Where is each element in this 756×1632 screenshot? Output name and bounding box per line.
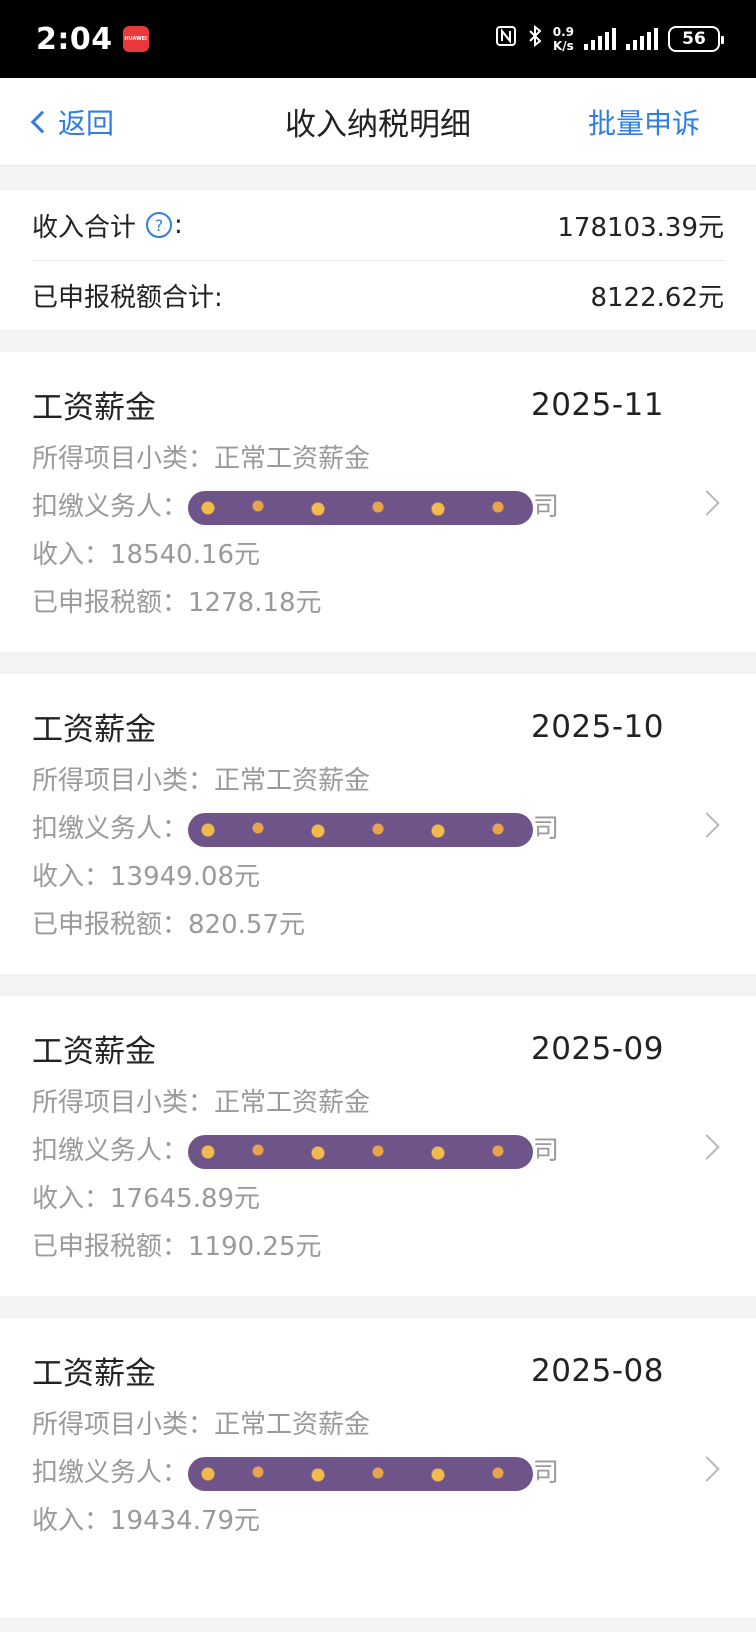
redaction-mark — [188, 490, 534, 525]
status-bar: 2:04 HUAWEI 0.9 K/s 56 — [0, 0, 756, 78]
record-card[interactable]: 工资薪金 2025-09 所得项目小类：正常工资薪金 扣缴义务人： 司 收入：17… — [0, 996, 756, 1296]
record-period: 2025-08 — [530, 1352, 664, 1389]
withholder-label: 扣缴义务人： — [32, 492, 189, 522]
withholder-suffix: 司 — [533, 814, 560, 844]
bluetooth-icon — [527, 24, 543, 54]
income-total-label: 收入合计 — [32, 212, 137, 243]
tax-total-value: 8122.62元 — [590, 283, 724, 313]
withholder-label: 扣缴义务人： — [32, 814, 189, 844]
batch-appeal-button[interactable]: 批量申诉 — [588, 102, 726, 142]
record-type: 工资薪金 — [32, 1034, 156, 1070]
income-total-label-group: 收入合计 ? : — [32, 207, 183, 244]
record-header: 工资薪金 2025-08 — [32, 1348, 724, 1393]
record-header: 工资薪金 2025-11 — [32, 382, 724, 427]
nfc-icon — [495, 25, 517, 53]
record-type: 工资薪金 — [32, 1356, 156, 1392]
withholder-suffix: 司 — [533, 1136, 560, 1166]
net-speed-unit: K/s — [552, 39, 574, 53]
income-total-value: 178103.39元 — [557, 212, 724, 243]
battery-icon: 56 — [668, 26, 724, 52]
record-period: 2025-11 — [530, 386, 664, 423]
withholder-label: 扣缴义务人： — [32, 1136, 189, 1166]
record-card[interactable]: 工资薪金 2025-08 所得项目小类：正常工资薪金 扣缴义务人： 司 收入：19… — [0, 1318, 756, 1618]
record-withholder: 扣缴义务人： 司 — [32, 1127, 724, 1175]
withholder-suffix: 司 — [533, 492, 560, 522]
income-total-colon: : — [174, 210, 183, 240]
record-card[interactable]: 工资薪金 2025-11 所得项目小类：正常工资薪金 扣缴义务人： 司 收入：18… — [0, 352, 756, 652]
help-icon[interactable]: ? — [146, 212, 173, 238]
back-button[interactable]: 返回 — [30, 102, 114, 142]
signal-icon — [584, 28, 616, 50]
record-header: 工资薪金 2025-10 — [32, 704, 724, 749]
redaction-mark — [188, 1134, 534, 1169]
record-withholder: 扣缴义务人： 司 — [32, 1449, 724, 1497]
record-tax: 已申报税额：1278.18元 — [32, 588, 322, 618]
record-type: 工资薪金 — [32, 390, 156, 426]
record-type: 工资薪金 — [32, 712, 156, 748]
status-left: 2:04 HUAWEI — [36, 22, 149, 57]
tax-total-label: 已申报税额合计: — [32, 283, 223, 313]
income-total-row: 收入合计 ? : 178103.39元 — [32, 190, 724, 260]
record-period: 2025-09 — [530, 1030, 664, 1067]
net-speed-value: 0.9 — [552, 25, 574, 39]
record-subcategory: 所得项目小类：正常工资薪金 — [32, 1410, 371, 1440]
signal-icon-secondary — [626, 28, 658, 50]
withholder-label: 扣缴义务人： — [32, 1458, 189, 1488]
redaction-mark — [188, 1456, 534, 1491]
tax-total-row: 已申报税额合计: 8122.62元 — [32, 260, 724, 330]
record-subcategory: 所得项目小类：正常工资薪金 — [32, 1088, 371, 1118]
record-tax: 已申报税额：820.57元 — [32, 910, 305, 940]
record-period: 2025-10 — [530, 708, 664, 745]
status-time: 2:04 — [36, 21, 113, 57]
chevron-left-icon — [30, 110, 54, 133]
redaction-mark — [188, 812, 534, 847]
record-withholder: 扣缴义务人： 司 — [32, 483, 724, 531]
record-subcategory: 所得项目小类：正常工资薪金 — [32, 444, 371, 474]
back-label: 返回 — [58, 106, 115, 140]
record-withholder: 扣缴义务人： 司 — [32, 805, 724, 853]
app-notification-icon: HUAWEI — [122, 26, 149, 52]
withholder-suffix: 司 — [533, 1458, 560, 1488]
record-income: 收入：18540.16元 — [32, 540, 261, 570]
record-income: 收入：19434.79元 — [32, 1506, 261, 1536]
record-subcategory: 所得项目小类：正常工资薪金 — [32, 766, 371, 796]
record-income: 收入：17645.89元 — [32, 1184, 261, 1214]
record-tax: 已申报税额：1190.25元 — [32, 1232, 322, 1262]
nav-bar: 返回 收入纳税明细 批量申诉 — [0, 78, 756, 166]
summary-card: 收入合计 ? : 178103.39元 已申报税额合计: 8122.62元 — [0, 190, 756, 330]
status-right: 0.9 K/s 56 — [495, 24, 724, 54]
record-income: 收入：13949.08元 — [32, 862, 261, 892]
net-speed: 0.9 K/s — [553, 25, 574, 53]
record-header: 工资薪金 2025-09 — [32, 1026, 724, 1071]
record-card[interactable]: 工资薪金 2025-10 所得项目小类：正常工资薪金 扣缴义务人： 司 收入：13… — [0, 674, 756, 974]
